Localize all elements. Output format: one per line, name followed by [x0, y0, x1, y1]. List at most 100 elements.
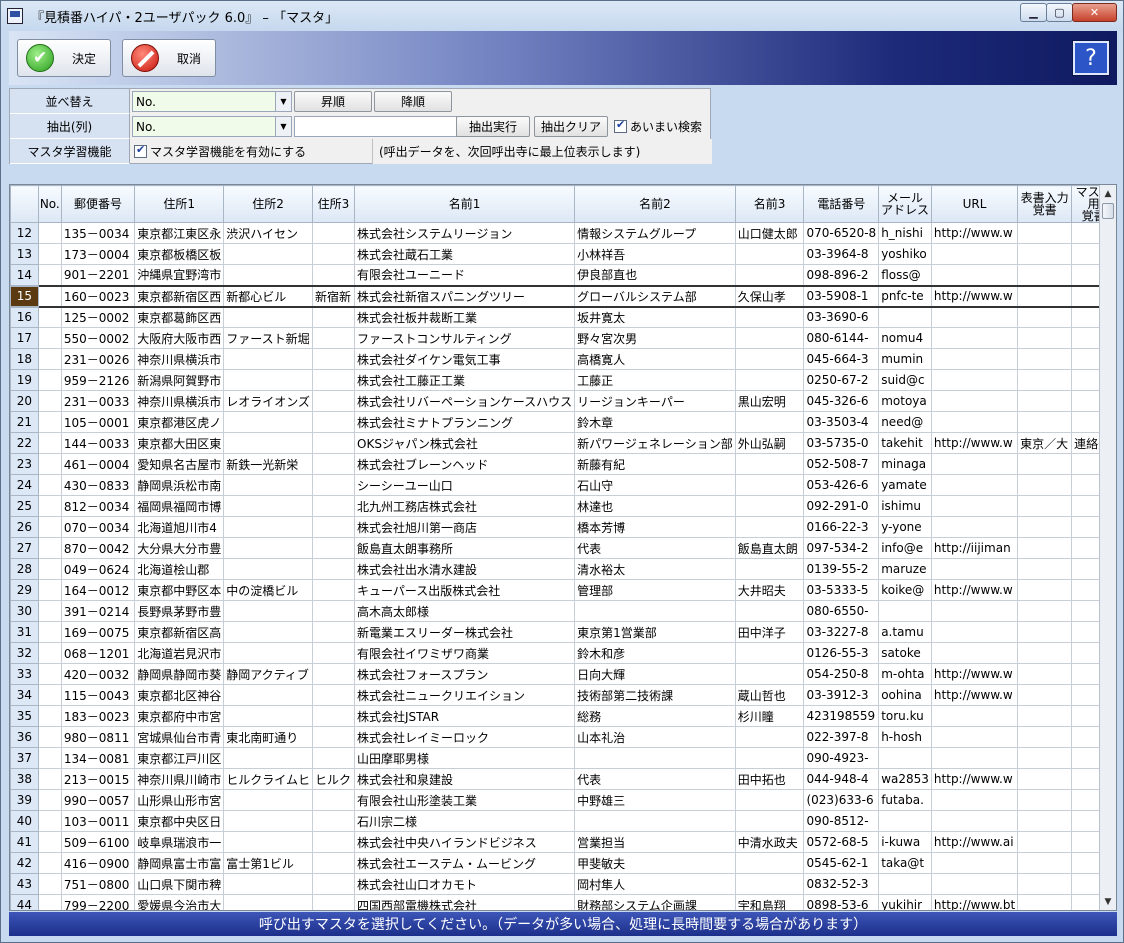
cell-row-number[interactable]: 34: [10, 684, 39, 706]
cell-name-3[interactable]: [734, 852, 805, 874]
cell-address-2[interactable]: [223, 684, 313, 706]
cell-cover-memo[interactable]: [1017, 726, 1073, 748]
cell-address-3[interactable]: [312, 537, 355, 559]
cell-postal-code[interactable]: 430－0833: [60, 474, 136, 496]
cell-name-1[interactable]: 株式会社ブレーンヘッド: [353, 453, 576, 475]
cell-name-3[interactable]: 中清水政夫: [734, 831, 805, 853]
cell-row-number[interactable]: 36: [10, 726, 39, 748]
cell-cover-memo[interactable]: [1017, 474, 1073, 496]
cell-row-number[interactable]: 32: [10, 642, 39, 664]
cell-address-2[interactable]: [223, 558, 313, 580]
cell-address-3[interactable]: [312, 873, 355, 895]
cell-name-1[interactable]: 新電業エスリーダー株式会社: [353, 621, 576, 643]
cell-no[interactable]: [37, 243, 62, 265]
cell-email[interactable]: info@e: [878, 537, 932, 559]
chevron-down-icon[interactable]: ▼: [275, 117, 291, 136]
table-row[interactable]: 19 959－2126 新潟県阿賀野市 株式会社工藤正工業 工藤正 0250-67-2 su…: [10, 369, 1116, 391]
cell-name-2[interactable]: 営業担当: [574, 831, 736, 853]
cell-name-1[interactable]: OKSジャパン株式会社: [353, 432, 576, 454]
cell-address-2[interactable]: [223, 369, 313, 391]
cell-name-1[interactable]: 石川宗二様: [353, 810, 576, 832]
cell-name-1[interactable]: 株式会社中央ハイランドビジネス: [353, 831, 576, 853]
cell-phone[interactable]: 092-291-0: [803, 495, 880, 517]
cell-name-3[interactable]: [734, 747, 805, 769]
cell-email[interactable]: h-hosh: [878, 726, 932, 748]
cell-address-1[interactable]: 神奈川県横浜市: [134, 348, 225, 370]
cell-address-1[interactable]: 北海道桧山郡: [134, 558, 225, 580]
cell-email[interactable]: [878, 810, 932, 832]
cell-row-number[interactable]: 24: [10, 474, 39, 496]
cell-address-2[interactable]: [223, 495, 313, 517]
cell-name-2[interactable]: 小林祥吾: [574, 243, 736, 265]
cell-url[interactable]: [930, 243, 1019, 265]
cell-phone[interactable]: 0166-22-3: [803, 516, 880, 538]
table-row[interactable]: 22 144－0033 東京都大田区東 OKSジャパン株式会社 新パワージェネレーション…: [10, 432, 1116, 454]
table-row[interactable]: 29 164－0012 東京都中野区本 中の淀橋ビル キューパース出版株式会社 管理部 大井…: [10, 579, 1116, 601]
cell-phone[interactable]: 03-3227-8: [803, 621, 880, 643]
column-header-phone[interactable]: 電話番号: [803, 185, 880, 223]
cell-email[interactable]: [878, 600, 932, 622]
cell-name-2[interactable]: 中野雄三: [574, 789, 736, 811]
sort-select[interactable]: No. ▼: [132, 91, 292, 112]
cell-no[interactable]: [37, 768, 62, 790]
cell-name-3[interactable]: [734, 369, 805, 391]
cell-phone[interactable]: 097-534-2: [803, 537, 880, 559]
column-header-name-1[interactable]: 名前1: [353, 185, 576, 223]
cell-row-number[interactable]: 35: [10, 705, 39, 727]
cell-address-3[interactable]: [312, 579, 355, 601]
cell-url[interactable]: http://www.w: [930, 768, 1019, 790]
table-row[interactable]: 28 049－0624 北海道桧山郡 株式会社出水清水建設 清水裕太 0139-55-2 m…: [10, 558, 1116, 580]
cell-email[interactable]: yukihir: [878, 894, 932, 910]
cell-postal-code[interactable]: 183－0023: [60, 705, 136, 727]
cell-url[interactable]: [930, 810, 1019, 832]
cell-row-number[interactable]: 12: [10, 222, 39, 244]
cell-address-1[interactable]: 山形県山形市宮: [134, 789, 225, 811]
cell-email[interactable]: motoya: [878, 390, 932, 412]
cell-url[interactable]: [930, 348, 1019, 370]
master-data-grid[interactable]: No. 郵便番号 住所1 住所2 住所3 名前1 名前2 名前3 電話番号 メール アドレス URL…: [9, 184, 1117, 911]
cell-postal-code[interactable]: 134－0081: [60, 747, 136, 769]
cell-address-1[interactable]: 愛媛県今治市大: [134, 894, 225, 910]
cell-email[interactable]: nomu4: [878, 327, 932, 349]
cell-address-3[interactable]: [312, 684, 355, 706]
cell-name-3[interactable]: 宇和島翔: [734, 894, 805, 910]
cell-address-3[interactable]: [312, 453, 355, 475]
cell-name-1[interactable]: 株式会社山口オカモト: [353, 873, 576, 895]
cell-url[interactable]: [930, 789, 1019, 811]
table-row[interactable]: 40 103－0011 東京都中央区日 石川宗二様 090-8512-: [10, 810, 1116, 832]
cell-cover-memo[interactable]: [1017, 558, 1073, 580]
cell-cover-memo[interactable]: [1017, 705, 1073, 727]
cell-name-2[interactable]: 総務: [574, 705, 736, 727]
cell-postal-code[interactable]: 509－6100: [60, 831, 136, 853]
cell-cover-memo[interactable]: 東京／大: [1017, 432, 1073, 454]
cell-address-1[interactable]: 北海道旭川市4: [134, 516, 225, 538]
cell-postal-code[interactable]: 231－0033: [60, 390, 136, 412]
cell-address-2[interactable]: [223, 831, 313, 853]
cell-row-number[interactable]: 19: [10, 369, 39, 391]
cell-name-3[interactable]: [734, 306, 805, 328]
cell-url[interactable]: http://www.w: [930, 663, 1019, 685]
cell-name-3[interactable]: 黒山宏明: [734, 390, 805, 412]
scroll-thumb[interactable]: [1102, 203, 1114, 219]
table-row[interactable]: 30 391－0214 長野県茅野市豊 高木高太郎様 080-6550-: [10, 600, 1116, 622]
cell-no[interactable]: [37, 579, 62, 601]
cell-email[interactable]: [878, 873, 932, 895]
table-row[interactable]: 18 231－0026 神奈川県横浜市 株式会社ダイケン電気工事 高橋寛人 045-664…: [10, 348, 1116, 370]
cell-name-1[interactable]: 北九州工務店株式会社: [353, 495, 576, 517]
cell-no[interactable]: [37, 621, 62, 643]
cell-address-3[interactable]: [312, 432, 355, 454]
cell-no[interactable]: [37, 852, 62, 874]
cell-no[interactable]: [37, 264, 62, 286]
cell-row-number[interactable]: 43: [10, 873, 39, 895]
cell-cover-memo[interactable]: [1017, 621, 1073, 643]
fuzzy-search-checkbox[interactable]: あいまい検索: [614, 118, 702, 135]
table-row[interactable]: 26 070－0034 北海道旭川市4 株式会社旭川第一商店 橋本芳博 0166-22-3…: [10, 516, 1116, 538]
cell-postal-code[interactable]: 169－0075: [60, 621, 136, 643]
cell-cover-memo[interactable]: [1017, 284, 1073, 308]
cell-postal-code[interactable]: 391－0214: [60, 600, 136, 622]
cell-name-2[interactable]: 代表: [574, 537, 736, 559]
vertical-scrollbar[interactable]: ▲ ▼: [1099, 185, 1116, 910]
table-row[interactable]: 15 160－0023 東京都新宿区西 新都心ビル 新宿新 株式会社新宿スパニングツリーグ…: [10, 284, 1116, 308]
scroll-up-icon[interactable]: ▲: [1100, 185, 1116, 202]
cell-name-2[interactable]: 管理部: [574, 579, 736, 601]
